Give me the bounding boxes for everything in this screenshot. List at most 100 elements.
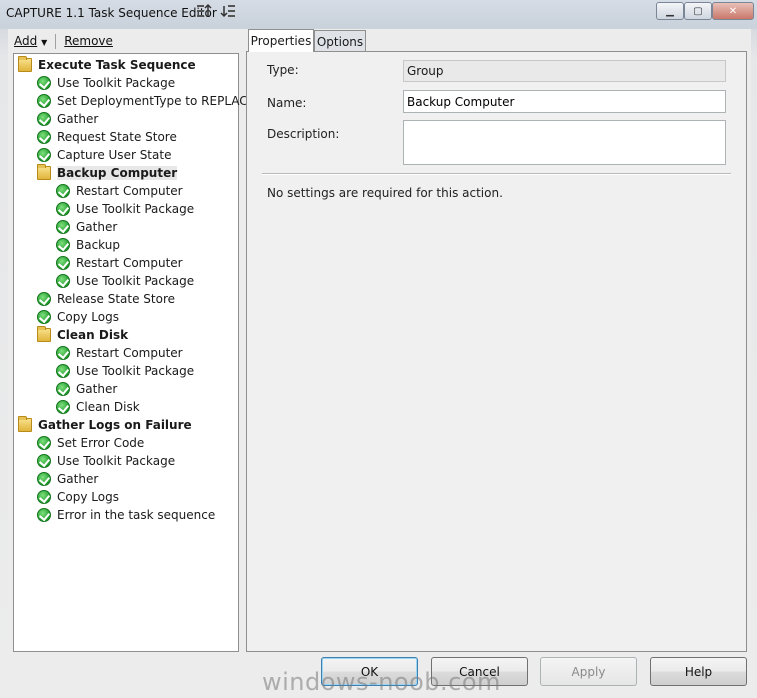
type-label: Type: [267,63,299,77]
success-check-icon [37,454,51,468]
no-settings-note: No settings are required for this action… [267,186,503,200]
tree-item-label: Use Toolkit Package [76,274,195,288]
remove-button[interactable]: Remove [60,34,117,48]
tree-item-label: Restart Computer [76,184,183,198]
tab-properties[interactable]: Properties [248,29,314,52]
maximize-button[interactable]: ▢ [684,2,712,20]
apply-button[interactable]: Apply [540,657,637,686]
tree-item-label: Clean Disk [57,328,129,342]
tree-step-item[interactable]: Set DeploymentType to REPLACE [37,92,255,110]
description-label: Description: [267,127,340,141]
task-sequence-tree[interactable]: Execute Task Sequence Use Toolkit Package… [13,53,255,652]
success-check-icon [37,94,51,108]
success-check-icon [56,202,70,216]
tree-step-item[interactable]: Backup [56,236,120,254]
tree-item-label: Restart Computer [76,346,183,360]
tree-item-label: Gather [57,472,99,486]
tree-step-item[interactable]: Use Toolkit Package [56,272,194,290]
tree-step-item[interactable]: Use Toolkit Package [37,452,175,470]
folder-icon [18,416,32,432]
tree-step-item[interactable]: Use Toolkit Package [37,74,175,92]
tree-item-label: Gather Logs on Failure [38,418,192,432]
tree-item-label: Restart Computer [76,256,183,270]
success-check-icon [37,490,51,504]
folder-icon [18,56,32,72]
tree-item-label: Request State Store [57,130,177,144]
tree-item-label: Use Toolkit Package [57,76,176,90]
tree-item-label: Gather [76,382,118,396]
tree-item-label: Backup [76,238,120,252]
tree-step-item[interactable]: Use Toolkit Package [56,200,194,218]
dropdown-arrow-icon: ▼ [41,38,48,47]
close-button[interactable]: ✕ [712,2,754,20]
description-input[interactable] [403,120,726,165]
tree-step-item[interactable]: Copy Logs [37,308,119,326]
tree-item-label: Use Toolkit Package [76,364,195,378]
tree-item-label: Copy Logs [57,490,119,504]
success-check-icon [56,346,70,360]
tree-item-label: Set Error Code [57,436,145,450]
tree-item-label: Error in the task sequence [57,508,216,522]
minimize-button[interactable]: ▁ [656,2,684,20]
success-check-icon [56,274,70,288]
tree-step-item[interactable]: Capture User State [37,146,171,164]
tab-options[interactable]: Options [314,30,366,52]
tree-step-item[interactable]: Error in the task sequence [37,506,215,524]
tree-item-label: Use Toolkit Package [57,454,176,468]
tree-item-label: Backup Computer [57,166,178,180]
folder-icon [37,164,51,180]
tree-item-label: Capture User State [57,148,172,162]
success-check-icon [56,382,70,396]
move-up-icon[interactable] [196,3,212,19]
success-check-icon [37,76,51,90]
tree-item-label: Gather [76,220,118,234]
window-title: CAPTURE 1.1 Task Sequence Editor [6,6,217,20]
type-field: Group [403,60,726,82]
tree-step-item[interactable]: Request State Store [37,128,177,146]
tree-step-item[interactable]: Restart Computer [56,254,183,272]
tree-step-item[interactable]: Gather [56,380,117,398]
tree-step-item[interactable]: Copy Logs [37,488,119,506]
tree-toolbar: Add ▼ Remove [10,30,240,52]
tree-group-item[interactable]: Execute Task Sequence [18,56,196,74]
tree-step-item[interactable]: Restart Computer [56,344,183,362]
help-button[interactable]: Help [650,657,747,686]
success-check-icon [56,238,70,252]
add-menu-button[interactable]: Add ▼ [10,34,51,48]
tree-group-item[interactable]: Backup Computer [37,164,178,182]
success-check-icon [37,472,51,486]
success-check-icon [56,400,70,414]
success-check-icon [56,184,70,198]
divider [262,173,731,175]
success-check-icon [56,364,70,378]
tree-step-item[interactable]: Use Toolkit Package [56,362,194,380]
title-bar: CAPTURE 1.1 Task Sequence Editor ▁ ▢ ✕ [0,0,757,28]
tree-item-label: Set DeploymentType to REPLACE [57,94,256,108]
tree-step-item[interactable]: Release State Store [37,290,175,308]
watermark: windows-noob.com [262,668,501,696]
minimize-icon: ▁ [666,5,674,17]
name-input[interactable] [403,90,726,113]
toolbar-separator [55,33,57,49]
move-down-icon[interactable] [220,3,236,19]
success-check-icon [56,220,70,234]
tree-group-item[interactable]: Clean Disk [37,326,128,344]
tree-step-item[interactable]: Gather [37,110,98,128]
tree-step-item[interactable]: Clean Disk [56,398,140,416]
name-label: Name: [267,96,307,110]
folder-icon [37,326,51,342]
maximize-icon: ▢ [693,5,703,17]
tree-group-item[interactable]: Gather Logs on Failure [18,416,192,434]
close-icon: ✕ [728,5,738,17]
tree-item-label: Release State Store [57,292,175,306]
success-check-icon [37,436,51,450]
tree-step-item[interactable]: Restart Computer [56,182,183,200]
tree-step-item[interactable]: Gather [56,218,117,236]
tree-step-item[interactable]: Gather [37,470,98,488]
success-check-icon [56,256,70,270]
success-check-icon [37,310,51,324]
success-check-icon [37,148,51,162]
tree-item-label: Execute Task Sequence [38,58,196,72]
tree-step-item[interactable]: Set Error Code [37,434,144,452]
tree-item-label: Gather [57,112,99,126]
